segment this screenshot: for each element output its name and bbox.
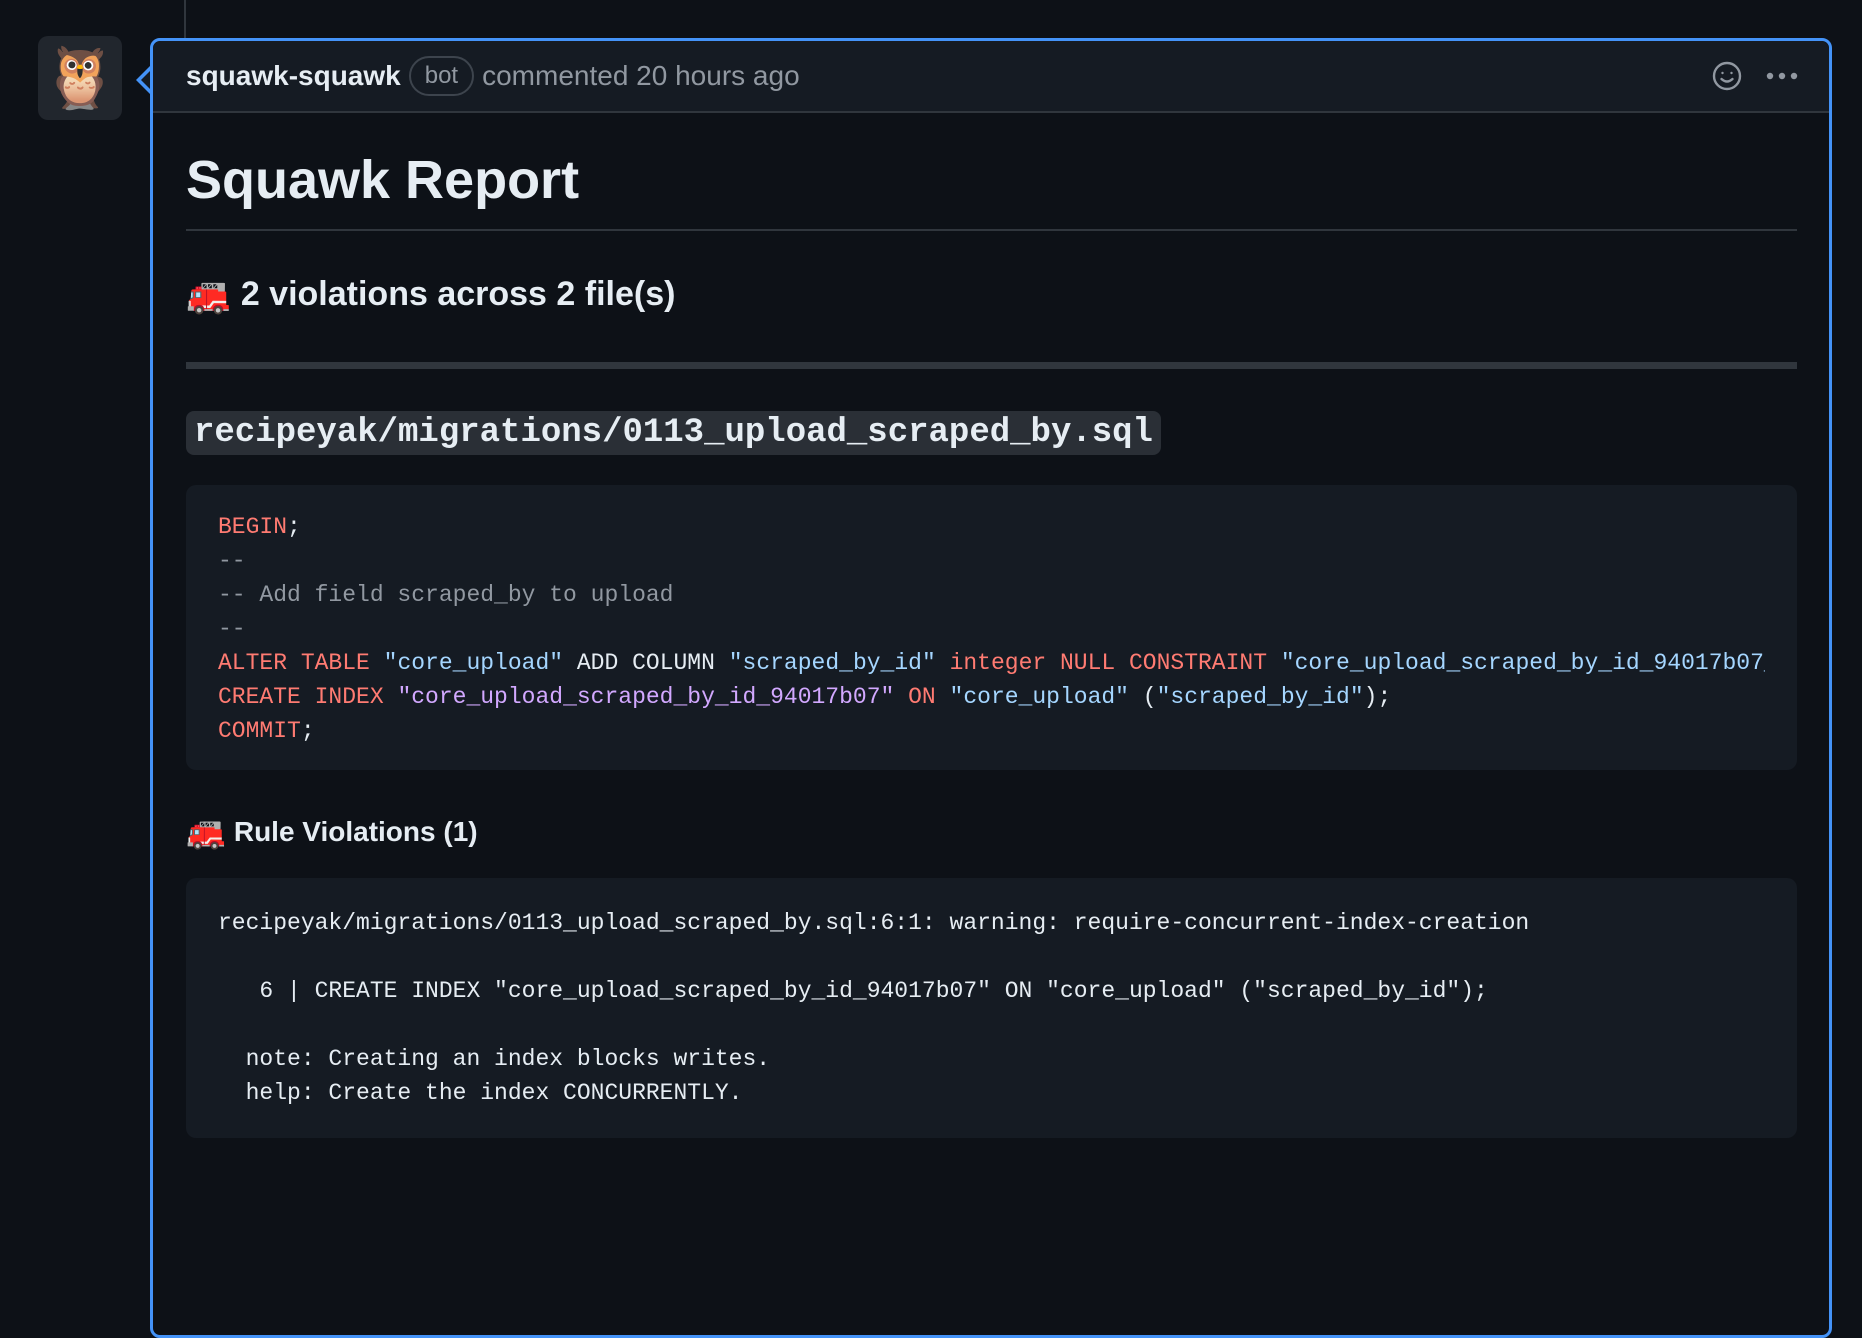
code-token: COMMIT [218,718,301,744]
code-token: -- [218,548,246,574]
code-token: ); [1363,684,1392,710]
code-line: -- Add field scraped_by to upload [218,578,1765,612]
comment-card: squawk-squawk bot commented 20 hours ago [150,38,1832,1338]
code-line: -- [218,612,1765,646]
code-token: -- Add field scraped_by to upload [218,582,674,608]
code-token: ; [300,718,315,744]
code-token: BEGIN [218,514,288,540]
header-actions [1711,60,1799,92]
author-name[interactable]: squawk-squawk [186,60,401,92]
violations-summary-text: 2 violations across 2 file(s) [240,275,676,313]
code-line: COMMIT; [218,714,1765,748]
smiley-icon[interactable] [1711,60,1743,92]
code-token: "core_upload" [949,684,1129,710]
code-token: ALTER TABLE [218,650,384,676]
code-token: integer NULL CONSTRAINT [935,650,1281,676]
owl-icon: 🦉 [42,44,118,111]
code-token: "core_upload_scraped_by_id_94017b07" [397,684,895,710]
code-token: ; [287,514,301,540]
report-title: Squawk Report [186,149,1797,231]
file-heading: recipeyak/migrations/0113_upload_scraped… [186,411,1161,455]
avatar[interactable]: 🦉 [38,36,122,120]
comment-timestamp[interactable]: commented 20 hours ago [482,60,800,92]
divider [186,362,1797,369]
kebab-menu-icon[interactable] [1765,71,1799,81]
fire-engine-icon: 🚒 [186,273,231,315]
violation-output-block[interactable]: recipeyak/migrations/0113_upload_scraped… [186,878,1797,1138]
comment-header: squawk-squawk bot commented 20 hours ago [153,41,1829,113]
rule-violations-heading-text: Rule Violations (1) [233,816,478,847]
code-line: ALTER TABLE "core_upload" ADD COLUMN "sc… [218,646,1765,680]
code-token: -- [218,616,246,642]
bot-badge: bot [408,56,475,96]
sql-code: BEGIN; -- -- Add field scraped_by to uploa… [218,510,1765,748]
code-token: "scraped_by_id" [1156,684,1364,710]
code-token: ( [1128,684,1157,710]
code-token: "core_upload" [383,650,564,676]
code-token: ON [894,684,950,710]
timeline-line [184,0,186,40]
code-line: BEGIN; [218,510,1765,544]
code-line: CREATE INDEX "core_upload_scraped_by_id_… [218,680,1765,714]
violations-summary: 🚒 2 violations across 2 file(s) [186,275,1797,314]
code-token: "core_upload_scraped_by_id_94017b07_fk_c… [1280,650,1765,676]
code-token: ADD COLUMN [563,650,729,676]
code-token: "scraped_by_id" [728,650,936,676]
sql-code-block[interactable]: BEGIN; -- -- Add field scraped_by to uploa… [186,485,1797,770]
code-line: -- [218,544,1765,578]
comment-body: Squawk Report 🚒 2 violations across 2 fi… [153,149,1829,1138]
fire-engine-icon: 🚒 [186,814,226,850]
rule-violations-heading: 🚒 Rule Violations (1) [186,816,1797,848]
violation-output: recipeyak/migrations/0113_upload_scraped… [218,910,1530,1106]
code-token: CREATE INDEX [218,684,398,710]
